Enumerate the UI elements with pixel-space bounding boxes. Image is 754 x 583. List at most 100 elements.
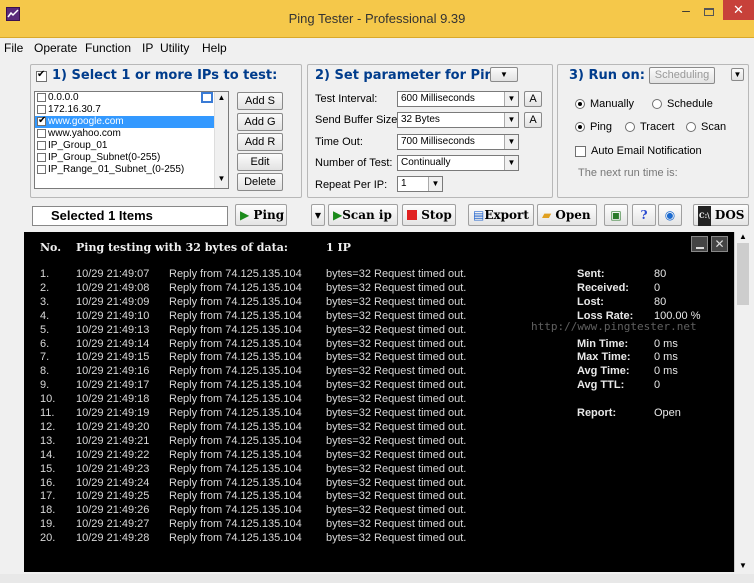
stat-value: 0 [654,281,661,294]
stat-label: Sent: [577,268,605,280]
row-reply: Reply from 74.125.135.104 [169,476,302,489]
menu-function[interactable]: Function [85,41,131,55]
row-reply: Reply from 74.125.135.104 [169,490,302,503]
scan-ip-button[interactable]: ▶Scan ip [328,204,398,226]
row-timestamp: 10/29 21:49:22 [76,448,150,461]
ip-checkbox[interactable] [37,115,46,127]
scroll-up-icon[interactable]: ▲ [735,232,751,241]
manually-radio[interactable]: Manually [575,98,634,110]
menu-help[interactable]: Help [202,41,227,55]
add-g-button[interactable]: Add G [237,113,283,131]
console-minimize-button[interactable] [691,236,708,252]
row-timestamp: 10/29 21:49:28 [76,532,150,545]
edit-button[interactable]: Edit [237,153,283,171]
menu-ip[interactable]: IP [142,41,153,55]
scroll-down-icon[interactable]: ▼ [735,561,751,570]
scroll-thumb[interactable] [737,243,749,305]
ip-checkbox[interactable] [37,104,46,114]
select-all-checkbox[interactable] [36,69,47,82]
stat-value: 80 [654,295,667,308]
schedule-radio[interactable]: Schedule [652,98,713,110]
window-title: Ping Tester - Professional 9.39 [288,11,466,26]
ip-list[interactable]: 0.0.0.0 172.16.30.7 www.google.com www.y… [34,91,229,189]
ip-checkbox[interactable] [37,92,46,102]
list-item[interactable]: IP_Group_01 [35,140,228,152]
repeat-select[interactable]: 1 ▼ [397,176,443,192]
add-s-button[interactable]: Add S [237,92,283,110]
row-status: bytes=32 Request timed out. [326,295,467,308]
menu-utility[interactable]: Utility [160,41,189,55]
stat-value[interactable]: Open [654,407,681,419]
network-icon[interactable]: ▣ [604,204,628,226]
list-item[interactable]: 0.0.0.0 [35,92,228,104]
timeout-label: Time Out: [315,136,363,148]
row-number: 12. [40,420,56,433]
scheduling-button[interactable]: Scheduling [649,67,715,84]
list-item[interactable]: IP_Range_01_Subnet_(0-255) [35,164,228,176]
buffer-a-button[interactable]: A [524,112,542,128]
row-status: bytes=32 Request timed out. [326,532,467,545]
close-button[interactable]: ✕ [723,0,754,20]
ip-checkbox[interactable] [37,140,46,150]
collapse-icon[interactable]: ▼ [731,68,744,81]
list-item[interactable]: IP_Group_Subnet(0-255) [35,152,228,164]
console-close-button[interactable]: ✕ [711,236,728,252]
interval-a-button[interactable]: A [524,91,542,107]
help-icon[interactable]: ? [632,204,656,226]
row-timestamp: 10/29 21:49:25 [76,490,150,503]
list-item[interactable]: www.google.com [35,115,228,128]
menu-operate[interactable]: Operate [34,41,77,55]
ip-list-scrollbar[interactable]: ▲ ▼ [214,92,228,188]
interval-select[interactable]: 600 Milliseconds ▼ [397,91,519,107]
delete-button[interactable]: Delete [237,173,283,191]
row-number: 16. [40,476,56,489]
ping-button[interactable]: ▶ Ping [235,204,287,226]
dos-button[interactable]: C:\ DOS [693,204,749,226]
scan-radio[interactable]: Scan [686,121,726,133]
stat-value: 0 ms [654,337,678,350]
stat-value: 80 [654,268,667,280]
row-reply: Reply from 74.125.135.104 [169,532,302,545]
menu-file[interactable]: File [4,41,23,55]
selected-items-display: Selected 1 Items [32,206,228,226]
list-view-icon[interactable] [201,92,213,103]
stop-button[interactable]: Stop [402,204,456,226]
row-number: 19. [40,518,56,531]
number-select[interactable]: Continually ▼ [397,155,519,171]
stat-label: Received: [577,281,629,294]
row-timestamp: 10/29 21:49:15 [76,351,150,364]
ip-checkbox[interactable] [37,152,46,162]
stop-icon [407,210,417,220]
maximize-button[interactable] [699,4,719,20]
open-button[interactable]: ▰ Open [537,204,597,226]
ip-checkbox[interactable] [37,164,46,174]
console-heading: Ping testing with 32 bytes of data: [76,241,288,254]
next-run-label: The next run time is: [578,167,678,179]
list-item[interactable]: www.yahoo.com [35,128,228,140]
minimize-button[interactable]: – [676,3,696,20]
export-button[interactable]: ▤Export [468,204,534,226]
row-status: bytes=32 Request timed out. [326,309,467,322]
list-item[interactable]: 172.16.30.7 [35,104,228,116]
param-dropdown-button[interactable]: ▼ [490,67,518,82]
row-number: 5. [40,323,50,336]
timeout-select[interactable]: 700 Milliseconds ▼ [397,134,519,150]
buffer-select[interactable]: 32 Bytes ▼ [397,112,519,128]
row-status: bytes=32 Request timed out. [326,393,467,406]
add-r-button[interactable]: Add R [237,133,283,151]
ping-output-console: No. Ping testing with 32 bytes of data: … [24,232,734,572]
row-number: 9. [40,379,50,392]
ping-dropdown-button[interactable]: ▼ [311,204,325,226]
console-scrollbar[interactable]: ▲ ▼ [734,232,751,572]
section1-title: 1) Select 1 or more IPs to test: [52,68,278,83]
email-checkbox[interactable]: Auto Email Notification [575,145,702,157]
scroll-down-icon[interactable]: ▼ [215,174,228,183]
web-icon[interactable]: ◉ [658,204,682,226]
row-status: bytes=32 Request timed out. [326,420,467,433]
tracert-radio[interactable]: Tracert [625,121,674,133]
stat-label: Report: [577,407,617,419]
ping-radio[interactable]: Ping [575,121,612,133]
row-timestamp: 10/29 21:49:13 [76,323,150,336]
ip-checkbox[interactable] [37,128,46,138]
scroll-up-icon[interactable]: ▲ [215,93,228,102]
